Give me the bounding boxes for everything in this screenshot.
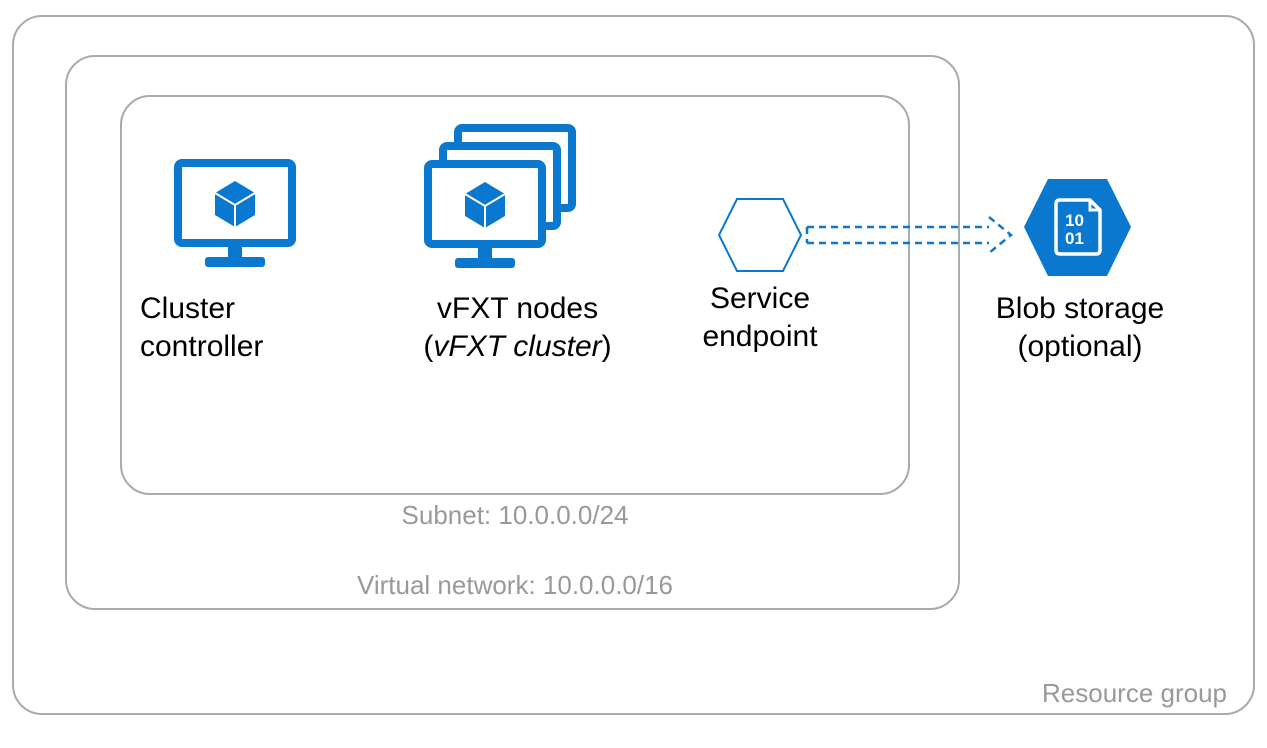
virtual-network-label: Virtual network: 10.0.0.0/16 bbox=[330, 570, 700, 601]
cluster-controller-line2: controller bbox=[140, 330, 263, 363]
subnet-label: Subnet: 10.0.0.0/24 bbox=[385, 500, 645, 531]
dashed-arrow-icon bbox=[805, 215, 1015, 255]
blob-storage-label: Blob storage (optional) bbox=[985, 290, 1175, 365]
vfxt-nodes-line2-prefix: ( bbox=[423, 330, 433, 363]
service-endpoint-label: Service endpoint bbox=[685, 280, 835, 355]
cluster-controller-line1: Cluster bbox=[140, 292, 235, 325]
svg-text:10: 10 bbox=[1065, 211, 1084, 230]
cluster-controller-label: Cluster controller bbox=[140, 290, 340, 365]
service-endpoint-line1: Service bbox=[710, 282, 810, 315]
vm-monitor-icon bbox=[170, 155, 300, 275]
vfxt-nodes-line1: vFXT nodes bbox=[437, 292, 598, 325]
blob-storage-line1: Blob storage bbox=[996, 292, 1164, 325]
vfxt-nodes-label: vFXT nodes (vFXT cluster) bbox=[400, 290, 635, 365]
svg-text:01: 01 bbox=[1065, 229, 1084, 248]
vm-cluster-icon bbox=[420, 120, 605, 280]
vfxt-nodes-line2-suffix: ) bbox=[602, 330, 612, 363]
hexagon-icon bbox=[715, 195, 805, 275]
blob-storage-line2: (optional) bbox=[1017, 330, 1142, 363]
resource-group-label: Resource group bbox=[1042, 678, 1227, 709]
blob-storage-icon: 10 01 bbox=[1020, 175, 1135, 280]
service-endpoint-line2: endpoint bbox=[702, 320, 817, 353]
vfxt-nodes-line2-italic: vFXT cluster bbox=[433, 330, 601, 363]
